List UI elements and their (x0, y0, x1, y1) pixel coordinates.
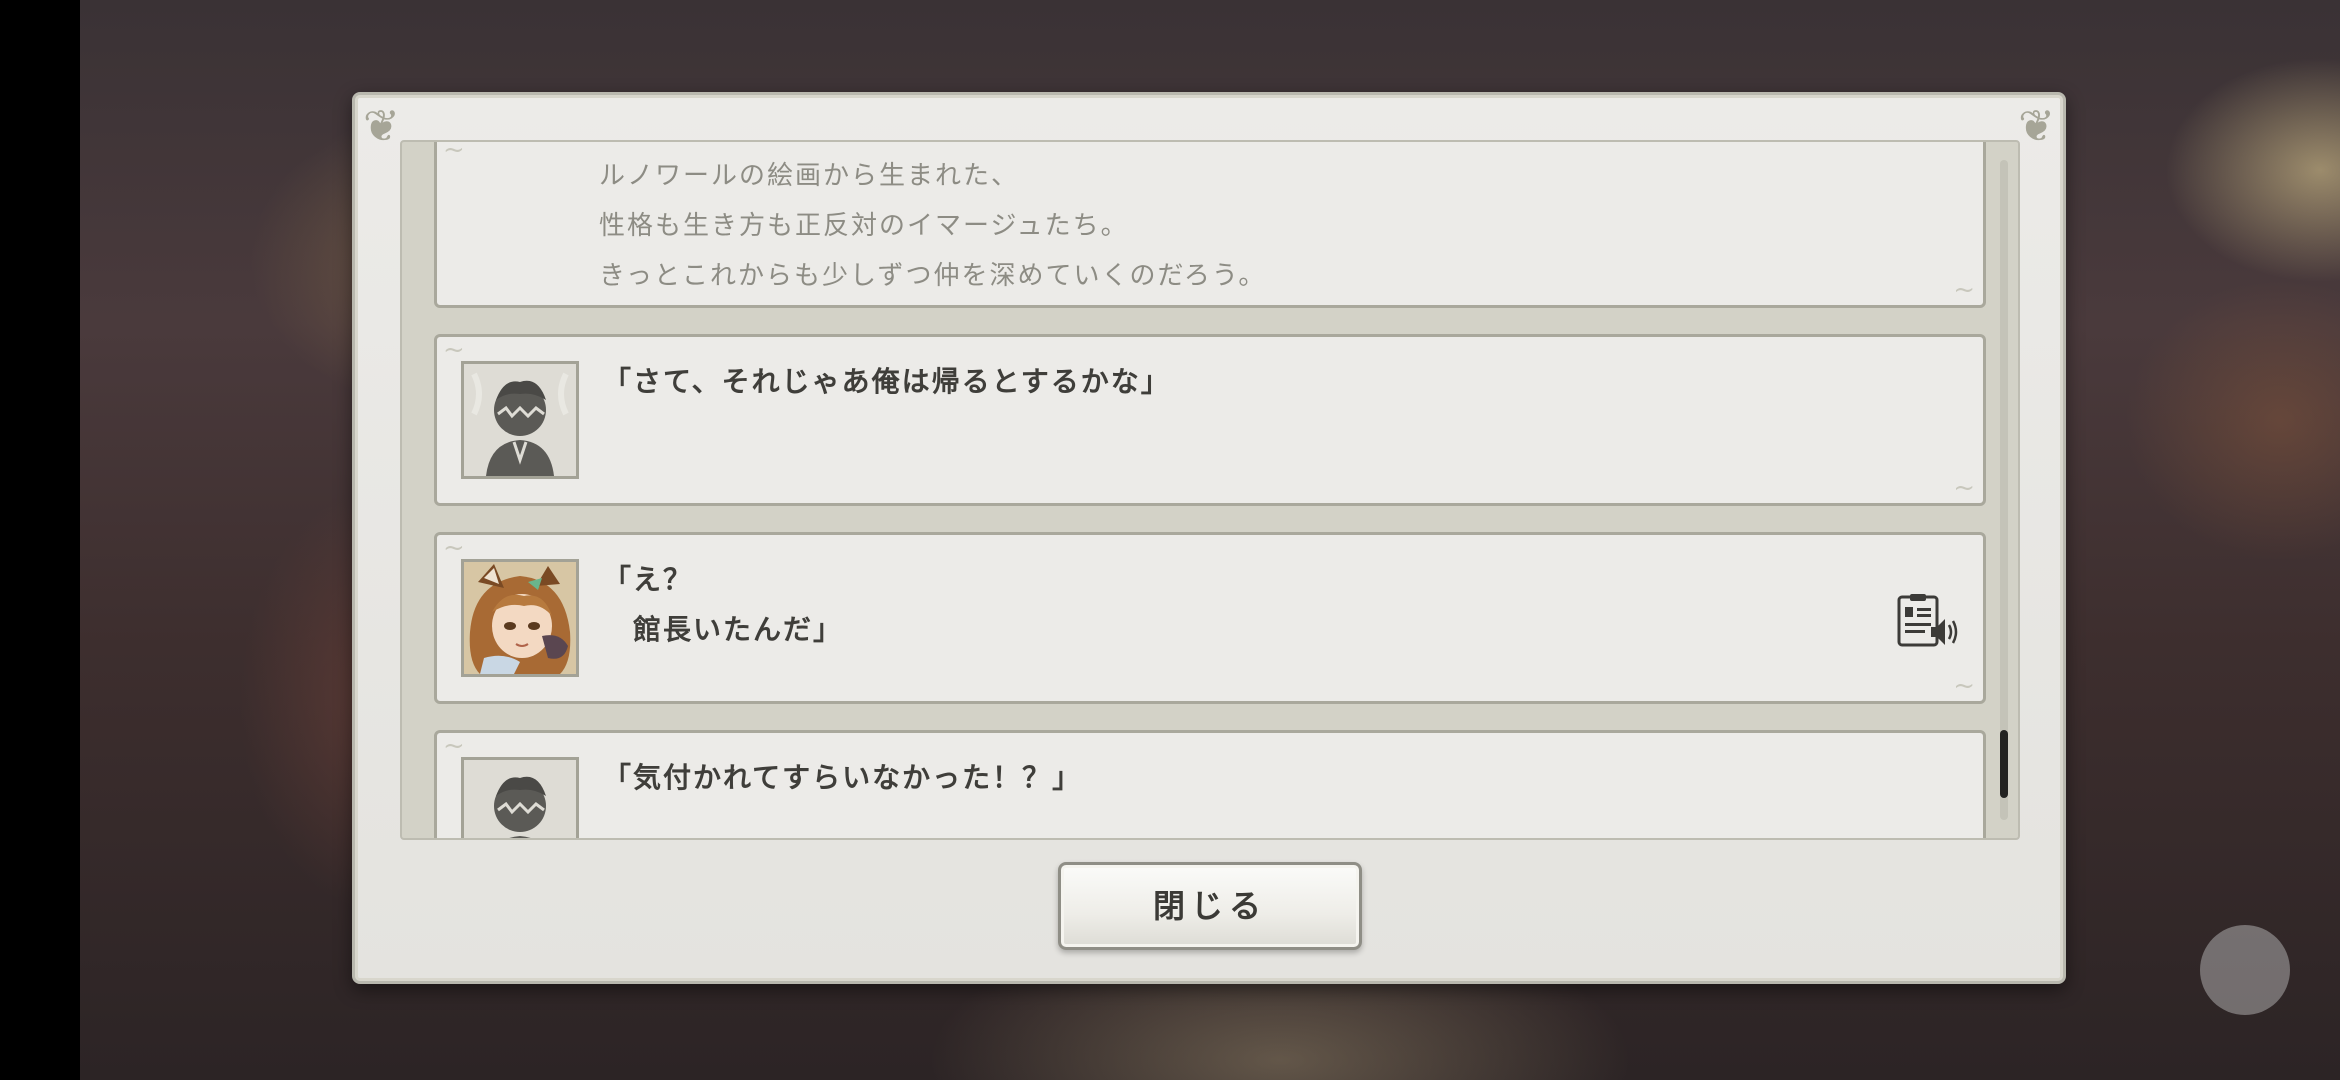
voice-replay-icon[interactable] (1897, 593, 1959, 649)
flourish-icon: ~ (1953, 473, 1975, 503)
backlog-scrollbar[interactable] (2000, 160, 2008, 820)
narration-line: ルノワールの絵画から生まれた、 (599, 161, 1020, 191)
dialogue-text: 「さて、それじゃあ俺は帰るとするかな」 (603, 357, 1171, 407)
close-button[interactable]: 閉じる (1058, 862, 1362, 950)
backlog-list[interactable]: ~ ルノワールの絵画から生まれた、 性格も生き方も正反対のイマージュたち。 きっ… (400, 140, 2020, 840)
backlog-entry: ~ 「気付かれてすらいなかった！？」 (434, 730, 1986, 838)
floating-menu-button[interactable] (2200, 925, 2290, 1015)
screen-edge-bar (0, 0, 80, 1080)
flourish-icon: ~ (443, 140, 465, 165)
dialogue-text: 「気付かれてすらいなかった！？」 (603, 753, 1082, 803)
dialogue-line: 「気付かれてすらいなかった！？」 (603, 761, 1083, 794)
flourish-icon: ~ (1953, 275, 1975, 305)
flourish-icon: ~ (443, 533, 465, 563)
dialogue-text: 「え？ 館長いたんだ」 (603, 555, 843, 655)
game-screen: ❦ ❦ ~ ルノワールの絵画から生まれた、 性格も生き方も正反対のイマージュたち… (0, 0, 2340, 1080)
narration-line: 性格も生き方も正反対のイマージュたち。 (599, 211, 1129, 241)
flourish-icon: ~ (443, 335, 465, 365)
backlog-entry: ~ 「さて、それじゃあ俺は帰るとするかな」 ~ (434, 334, 1986, 506)
flourish-icon: ~ (443, 731, 465, 761)
player-silhouette-icon (461, 757, 579, 838)
dialogue-line: 「え？ (603, 563, 694, 596)
narration-text: ルノワールの絵画から生まれた、 性格も生き方も正反対のイマージュたち。 きっとこ… (599, 151, 1266, 301)
backlog-entry-narration: ~ ルノワールの絵画から生まれた、 性格も生き方も正反対のイマージュたち。 きっ… (434, 140, 1986, 308)
scrollbar-thumb[interactable] (2000, 730, 2008, 798)
dialogue-line: 「さて、それじゃあ俺は帰るとするかな」 (603, 365, 1171, 398)
backlog-entry: ~ 「え？ 館長いたんだ」 ~ (434, 532, 1986, 704)
flourish-icon: ~ (1953, 671, 1975, 701)
player-silhouette-icon (461, 361, 579, 479)
character-portrait (461, 559, 579, 677)
dialogue-line: 館長いたんだ」 (603, 613, 844, 646)
narration-line: きっとこれからも少しずつ仲を深めていくのだろう。 (599, 261, 1267, 291)
